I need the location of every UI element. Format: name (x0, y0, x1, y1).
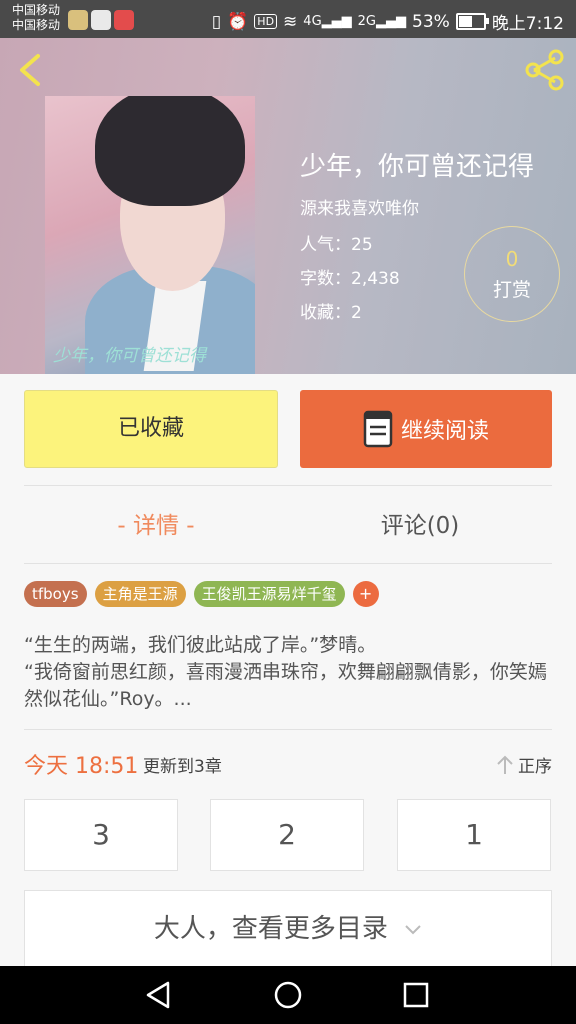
collected-button[interactable]: 已收藏 (24, 390, 278, 468)
more-catalog-button[interactable]: 大人，查看更多目录 (24, 890, 552, 968)
clock: 晚上7:12 (491, 14, 564, 34)
tab-comments[interactable]: 评论(0) (288, 496, 552, 556)
game-notification-icon (114, 10, 134, 30)
wifi-icon: ≋ (283, 11, 298, 32)
add-tag-button[interactable]: + (352, 581, 379, 607)
chevron-down-icon (405, 924, 421, 934)
sort-order-label: 正序 (518, 757, 552, 777)
chapter-button[interactable]: 1 (397, 799, 551, 871)
book-title: 少年，你可曾还记得 (300, 152, 535, 182)
alarm-icon: ⏰ (227, 11, 249, 32)
reward-count: 0 (505, 247, 519, 271)
sort-order-button[interactable]: 正序 (496, 752, 552, 777)
arrow-up-icon (497, 755, 513, 774)
favorites-stat: 收藏：2 (300, 303, 362, 323)
more-catalog-label: 大人，查看更多目录 (153, 914, 388, 944)
tag-item[interactable]: 主角是王源 (94, 581, 186, 607)
tag-list: tfboys 主角是王源 王俊凯王源易烊千玺 + (24, 581, 379, 607)
chapter-button[interactable]: 3 (24, 799, 178, 871)
battery-percent: 53% (412, 11, 450, 32)
reward-button[interactable]: 0 打赏 (464, 226, 560, 322)
book-author[interactable]: 源来我喜欢唯你 (300, 194, 419, 219)
status-bar: 中国移动 中国移动 ▯ ⏰ HD ≋ 4G▂▄▆ 2G▂▄▆ 53% 晚上7:1… (0, 0, 576, 38)
chapter-button[interactable]: 2 (210, 799, 364, 871)
share-icon[interactable] (522, 48, 566, 92)
status-right: ▯ ⏰ HD ≋ 4G▂▄▆ 2G▂▄▆ 53% 晚上7:12 (211, 9, 564, 35)
book-header: 少年，你可曾还记得 少年，你可曾还记得 源来我喜欢唯你 人气：25 字数：2,4… (0, 38, 576, 374)
hd-icon: HD (254, 14, 278, 29)
word-count-value: 2,438 (351, 269, 400, 289)
update-time: 今天 18:51 (24, 754, 139, 779)
book-cover[interactable]: 少年，你可曾还记得 (45, 96, 255, 374)
back-icon[interactable] (14, 52, 50, 88)
carrier-1: 中国移动 (12, 3, 61, 17)
cover-figure-hair (95, 96, 245, 206)
carrier-2: 中国移动 (12, 18, 61, 32)
continue-reading-label: 继续阅读 (400, 419, 489, 444)
system-nav-bar (0, 966, 576, 1024)
signal-1-icon: 4G▂▄▆ (303, 14, 352, 29)
divider (24, 729, 552, 730)
tab-detail[interactable]: - 详情 - (24, 496, 288, 556)
vibrate-icon: ▯ (211, 11, 222, 32)
browser-notification-icon (91, 10, 111, 30)
popularity-value: 25 (351, 235, 373, 255)
carrier-info: 中国移动 中国移动 (12, 3, 60, 33)
app-notification-icon (68, 10, 88, 30)
divider (24, 485, 552, 486)
book-description[interactable]: “生生的两端，我们彼此站成了岸。”梦晴。 “我倚窗前思红颜，喜雨漫洒串珠帘，欢舞… (24, 632, 554, 713)
description-line: “我倚窗前思红颜，喜雨漫洒串珠帘，欢舞翩翩飘倩影，你笑嫣然似花仙。”Roy。..… (24, 661, 547, 710)
book-icon (363, 410, 393, 448)
divider (24, 563, 552, 564)
recent-apps-icon[interactable] (399, 978, 433, 1012)
home-circle-icon[interactable] (271, 978, 305, 1012)
popularity-stat: 人气：25 (300, 235, 373, 255)
battery-icon (455, 13, 489, 30)
update-text: 更新到3章 (143, 757, 222, 777)
tag-item[interactable]: 王俊凯王源易烊千玺 (193, 581, 345, 607)
reward-label: 打赏 (492, 279, 531, 301)
signal-2-icon: 2G▂▄▆ (357, 14, 407, 29)
description-line: “生生的两端，我们彼此站成了岸。”梦晴。 (24, 634, 377, 656)
back-triangle-icon[interactable] (142, 978, 176, 1012)
favorites-value: 2 (351, 303, 362, 323)
continue-reading-button[interactable]: 继续阅读 (300, 390, 552, 468)
word-count-stat: 字数：2,438 (300, 269, 400, 289)
cover-title-text: 少年，你可曾还记得 (53, 346, 206, 366)
tag-item[interactable]: tfboys (24, 581, 87, 607)
